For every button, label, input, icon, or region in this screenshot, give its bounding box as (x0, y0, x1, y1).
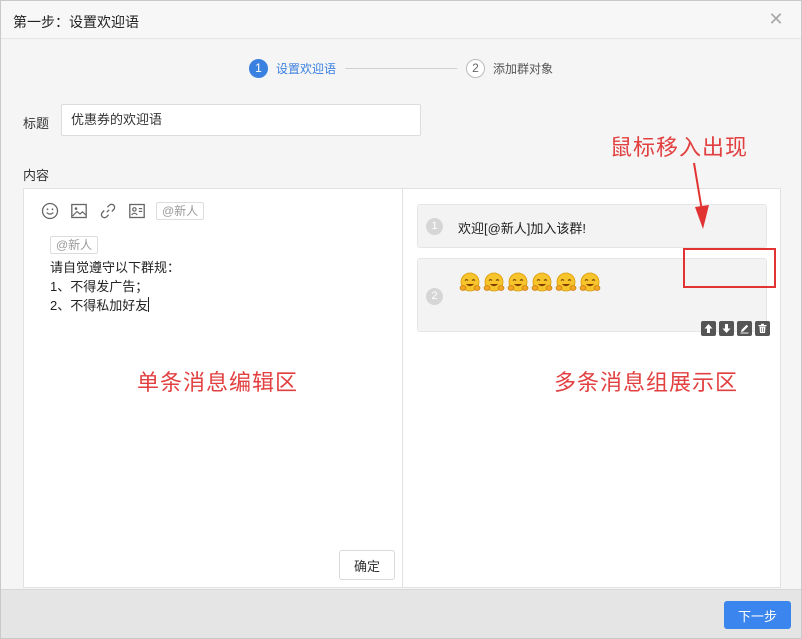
content-label: 内容 (23, 168, 50, 183)
image-icon[interactable] (69, 201, 89, 221)
mention-new-member-button[interactable]: @新人 (156, 202, 205, 220)
link-icon[interactable] (98, 201, 118, 221)
contact-card-icon[interactable] (127, 201, 147, 221)
editor-text-area[interactable]: @新人 请自觉遵守以下群规： 1、不得发广告； 2、不得私加好友 (50, 235, 380, 315)
message-card-1[interactable]: 1 欢迎[@新人]加入该群! (417, 204, 767, 248)
welcome-message-dialog: 第一步：设置欢迎语 ✕ 1 设置欢迎语 2 添加群对象 标题 优惠券的欢迎语 内… (0, 0, 802, 639)
message-index-2: 2 (426, 288, 443, 305)
dialog-footer: 下一步 (1, 589, 801, 638)
smiley-icon[interactable] (40, 201, 60, 221)
editor-line-1: 请自觉遵守以下群规： (50, 260, 181, 275)
move-down-icon[interactable] (719, 321, 734, 336)
annotation-preview-zone: 多条消息组展示区 (554, 371, 739, 396)
mention-tag: @新人 (50, 236, 99, 254)
close-icon[interactable]: ✕ (765, 8, 787, 30)
annotation-arrow (693, 162, 709, 229)
edit-icon[interactable] (737, 321, 752, 336)
title-input[interactable]: 优惠券的欢迎语 (61, 104, 421, 136)
hugging-face-icon (507, 272, 529, 292)
editor-line-2: 1、不得发广告； (50, 279, 149, 294)
step-2-label: 添加群对象 (493, 61, 554, 76)
text-caret (148, 297, 150, 312)
dialog-title: 第一步：设置欢迎语 (13, 14, 139, 30)
annotation-hover-hint: 鼠标移入出现 (610, 136, 749, 161)
step-2: 2 添加群对象 (466, 58, 553, 78)
delete-icon[interactable] (755, 321, 770, 336)
hugging-face-icon (459, 272, 481, 292)
message-hover-actions (701, 321, 773, 336)
step-1: 1 设置欢迎语 (249, 58, 336, 78)
step-1-label: 设置欢迎语 (276, 61, 337, 76)
hugging-face-icon (579, 272, 601, 292)
editor-line-3: 2、不得私加好友 (50, 298, 149, 313)
editor-toolbar: @新人 (40, 201, 205, 221)
dialog-body: 1 设置欢迎语 2 添加群对象 标题 优惠券的欢迎语 内容 @新人 @新人 请自… (1, 39, 801, 589)
hugging-face-icon (483, 272, 505, 292)
message-text-1: 欢迎[@新人]加入该群! (458, 221, 587, 236)
move-up-icon[interactable] (701, 321, 716, 336)
step-2-number: 2 (466, 58, 485, 78)
emoji-row (458, 271, 602, 295)
title-label: 标题 (23, 116, 50, 131)
confirm-button[interactable]: 确定 (339, 550, 395, 580)
step-1-number: 1 (249, 58, 268, 78)
message-card-2[interactable]: 2 (417, 258, 770, 336)
hugging-face-icon (555, 272, 577, 292)
hugging-face-icon (531, 272, 553, 292)
next-step-button[interactable]: 下一步 (724, 601, 791, 629)
step-connector (345, 68, 457, 69)
annotation-editor-zone: 单条消息编辑区 (137, 371, 299, 396)
dialog-titlebar: 第一步：设置欢迎语 ✕ (1, 1, 801, 39)
message-index-1: 1 (426, 218, 443, 235)
